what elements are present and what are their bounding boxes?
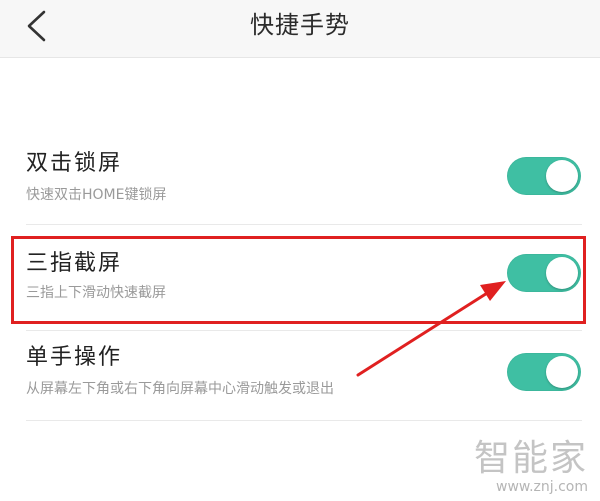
watermark-url: www.znj.com [496,479,588,495]
toggle-knob [546,160,578,192]
three-finger-screenshot-toggle[interactable] [507,254,581,292]
setting-title: 单手操作 [26,345,123,370]
page-title: 快捷手势 [250,11,350,39]
setting-subtitle: 快速双击HOME键锁屏 [26,187,167,203]
setting-row-one-hand-mode[interactable]: 单手操作 从屏幕左下角或右下角向屏幕中心滑动触发或退出 [0,336,600,416]
setting-row-three-finger-screenshot[interactable]: 三指截屏 三指上下滑动快速截屏 [0,240,600,320]
watermark: 智能家 www.znj.com [473,438,588,496]
divider [26,420,582,421]
setting-subtitle: 从屏幕左下角或右下角向屏幕中心滑动触发或退出 [26,381,334,397]
setting-subtitle: 三指上下滑动快速截屏 [26,285,166,301]
setting-row-double-tap-lock[interactable]: 双击锁屏 快速双击HOME键锁屏 [0,140,600,220]
watermark-logo: 智能家 [473,438,588,479]
double-tap-lock-toggle[interactable] [507,157,581,195]
toggle-knob [546,356,578,388]
app-header: 快捷手势 [0,0,600,58]
toggle-knob [546,257,578,289]
divider [26,224,582,225]
setting-title: 双击锁屏 [26,151,123,176]
setting-title: 三指截屏 [26,251,123,276]
one-hand-mode-toggle[interactable] [507,353,581,391]
divider [26,330,582,331]
